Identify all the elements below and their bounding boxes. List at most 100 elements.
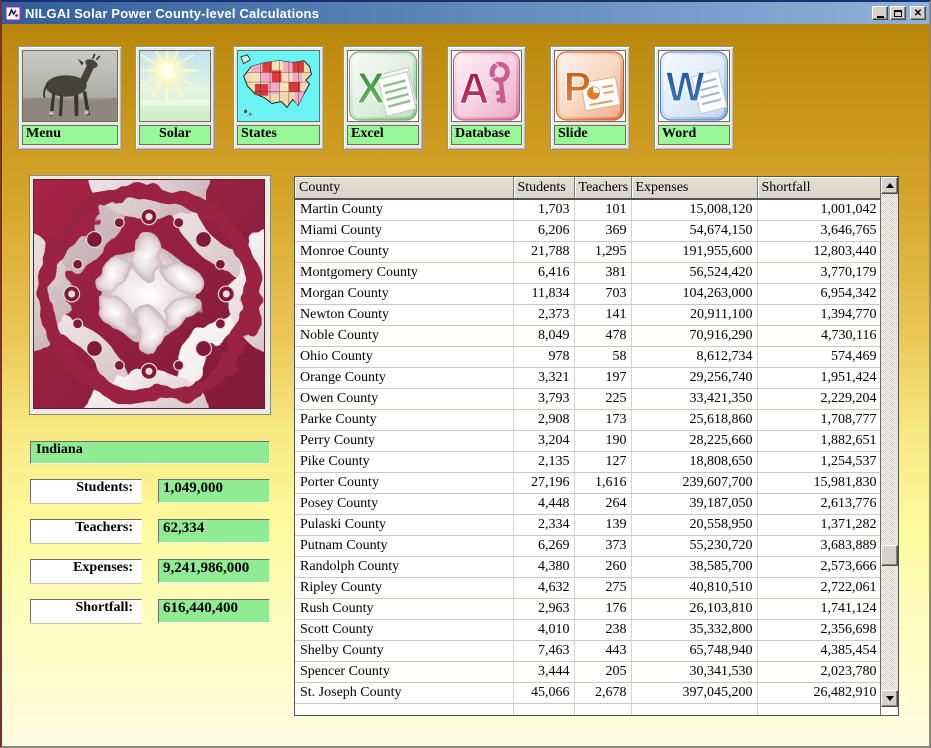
table-cell: 15,008,120 — [631, 199, 757, 220]
column-header-teachers[interactable]: Teachers — [574, 177, 631, 199]
table-cell: 574,469 — [757, 346, 881, 367]
table-cell: 2,356,698 — [757, 619, 881, 640]
table-row[interactable]: Pulaski County2,33413920,558,9501,371,28… — [295, 514, 881, 535]
table-cell: 373 — [574, 535, 631, 556]
table-cell: 15,981,830 — [757, 472, 881, 493]
table-cell: 1,001,042 — [757, 199, 881, 220]
column-header-expenses[interactable]: Expenses — [631, 177, 757, 199]
table-cell: 1,951,424 — [757, 367, 881, 388]
table-row[interactable]: Perry County3,20419028,225,6601,882,651 — [295, 430, 881, 451]
scroll-down-button[interactable] — [881, 690, 898, 707]
table-cell: 2,678 — [574, 682, 631, 703]
word-button[interactable]: W Word — [654, 46, 734, 150]
menu-button-label: Menu — [22, 125, 118, 145]
table-cell: 2,023,780 — [757, 661, 881, 682]
close-button[interactable]: ✕ — [910, 6, 926, 20]
teachers-value-field[interactable]: 62,334 — [158, 519, 270, 543]
window-title: NILGAI Solar Power County-level Calculat… — [25, 6, 319, 21]
table-row[interactable]: Shelby County7,46344365,748,9404,385,454 — [295, 640, 881, 661]
table-cell: Ohio County — [295, 346, 513, 367]
table-row[interactable]: Posey County4,44826439,187,0502,613,776 — [295, 493, 881, 514]
table-row[interactable]: Randolph County4,38026038,585,7002,573,6… — [295, 556, 881, 577]
table-row[interactable]: Morgan County11,834703104,263,0006,954,3… — [295, 283, 881, 304]
table-cell: 101 — [574, 199, 631, 220]
maximize-icon — [894, 10, 902, 17]
column-header-county[interactable]: County — [295, 177, 513, 199]
table-cell: Owen County — [295, 388, 513, 409]
scroll-up-button[interactable] — [881, 177, 898, 194]
table-row[interactable]: Pike County2,13512718,808,6501,254,537 — [295, 451, 881, 472]
table-cell — [295, 703, 513, 715]
table-cell: Shelby County — [295, 640, 513, 661]
table-cell: St. Joseph County — [295, 682, 513, 703]
table-cell: 38,585,700 — [631, 556, 757, 577]
table-cell: 30,341,530 — [631, 661, 757, 682]
menu-button[interactable]: Menu — [18, 46, 122, 150]
table-cell: 1,394,770 — [757, 304, 881, 325]
table-row[interactable]: St. Joseph County45,0662,678397,045,2002… — [295, 682, 881, 703]
table-cell: Miami County — [295, 220, 513, 241]
scrollbar-thumb[interactable] — [881, 545, 898, 566]
table-row[interactable]: Orange County3,32119729,256,7401,951,424 — [295, 367, 881, 388]
table-row[interactable]: Rush County2,96317626,103,8101,741,124 — [295, 598, 881, 619]
table-cell: Pulaski County — [295, 514, 513, 535]
column-header-students[interactable]: Students — [513, 177, 574, 199]
table-row[interactable]: Newton County2,37314120,911,1001,394,770 — [295, 304, 881, 325]
county-table-body: Martin County1,70310115,008,1201,001,042… — [295, 199, 881, 715]
shortfall-label: Shortfall: — [30, 599, 142, 623]
table-row[interactable]: Noble County8,04947870,916,2904,730,116 — [295, 325, 881, 346]
svg-text:X: X — [357, 64, 385, 113]
table-cell: 20,558,950 — [631, 514, 757, 535]
solar-button[interactable]: Solar — [135, 46, 215, 150]
states-button[interactable]: States — [233, 46, 324, 150]
table-cell: 28,225,660 — [631, 430, 757, 451]
svg-text:A: A — [459, 64, 489, 113]
table-row[interactable]: Montgomery County6,41638156,524,4203,770… — [295, 262, 881, 283]
table-cell: 176 — [574, 598, 631, 619]
table-cell: 190 — [574, 430, 631, 451]
table-cell: 18,808,650 — [631, 451, 757, 472]
table-row[interactable]: Monroe County21,7881,295191,955,60012,80… — [295, 241, 881, 262]
database-button[interactable]: A Database — [447, 46, 526, 150]
table-row[interactable]: Ohio County978588,612,734574,469 — [295, 346, 881, 367]
slide-button[interactable]: P Slide — [550, 46, 630, 150]
table-row[interactable]: Spencer County3,44420530,341,5302,023,78… — [295, 661, 881, 682]
slide-button-label: Slide — [554, 125, 626, 145]
table-cell: 3,321 — [513, 367, 574, 388]
minimize-button[interactable] — [872, 6, 888, 20]
table-row[interactable]: Martin County1,70310115,008,1201,001,042 — [295, 199, 881, 220]
table-cell: 6,269 — [513, 535, 574, 556]
table-row[interactable]: Putnam County6,26937355,230,7203,683,889 — [295, 535, 881, 556]
table-row[interactable]: Miami County6,20636954,674,1503,646,765 — [295, 220, 881, 241]
table-row[interactable]: Porter County27,1961,616239,607,70015,98… — [295, 472, 881, 493]
table-cell: 20,911,100 — [631, 304, 757, 325]
students-value-field[interactable]: 1,049,000 — [158, 479, 270, 503]
vertical-scrollbar[interactable] — [881, 177, 898, 707]
table-row[interactable]: Parke County2,90817325,618,8601,708,777 — [295, 409, 881, 430]
table-cell: 3,646,765 — [757, 220, 881, 241]
table-cell: 191,955,600 — [631, 241, 757, 262]
scroll-down-icon — [886, 696, 894, 701]
table-cell: 2,334 — [513, 514, 574, 535]
table-cell: 8,049 — [513, 325, 574, 346]
shortfall-value-field[interactable]: 616,440,400 — [158, 599, 270, 623]
table-cell: Newton County — [295, 304, 513, 325]
access-app-icon: A — [451, 50, 522, 122]
table-cell: 45,066 — [513, 682, 574, 703]
table-cell: 39,187,050 — [631, 493, 757, 514]
table-cell: 4,380 — [513, 556, 574, 577]
expenses-value-field[interactable]: 9,241,986,000 — [158, 559, 270, 583]
table-row[interactable]: Ripley County4,63227540,810,5102,722,061 — [295, 577, 881, 598]
table-cell: 1,708,777 — [757, 409, 881, 430]
table-cell — [574, 703, 631, 715]
column-header-shortfall[interactable]: Shortfall — [757, 177, 881, 199]
table-cell: 2,373 — [513, 304, 574, 325]
table-row[interactable]: Scott County4,01023835,332,8002,356,698 — [295, 619, 881, 640]
maximize-button[interactable] — [890, 6, 906, 20]
title-bar[interactable]: NILGAI Solar Power County-level Calculat… — [2, 2, 929, 24]
table-cell: 4,448 — [513, 493, 574, 514]
table-row[interactable]: Owen County3,79322533,421,3502,229,204 — [295, 388, 881, 409]
svg-text:W: W — [666, 63, 705, 110]
nilgai-photo-icon — [22, 50, 118, 122]
excel-button[interactable]: X Excel — [343, 46, 423, 150]
